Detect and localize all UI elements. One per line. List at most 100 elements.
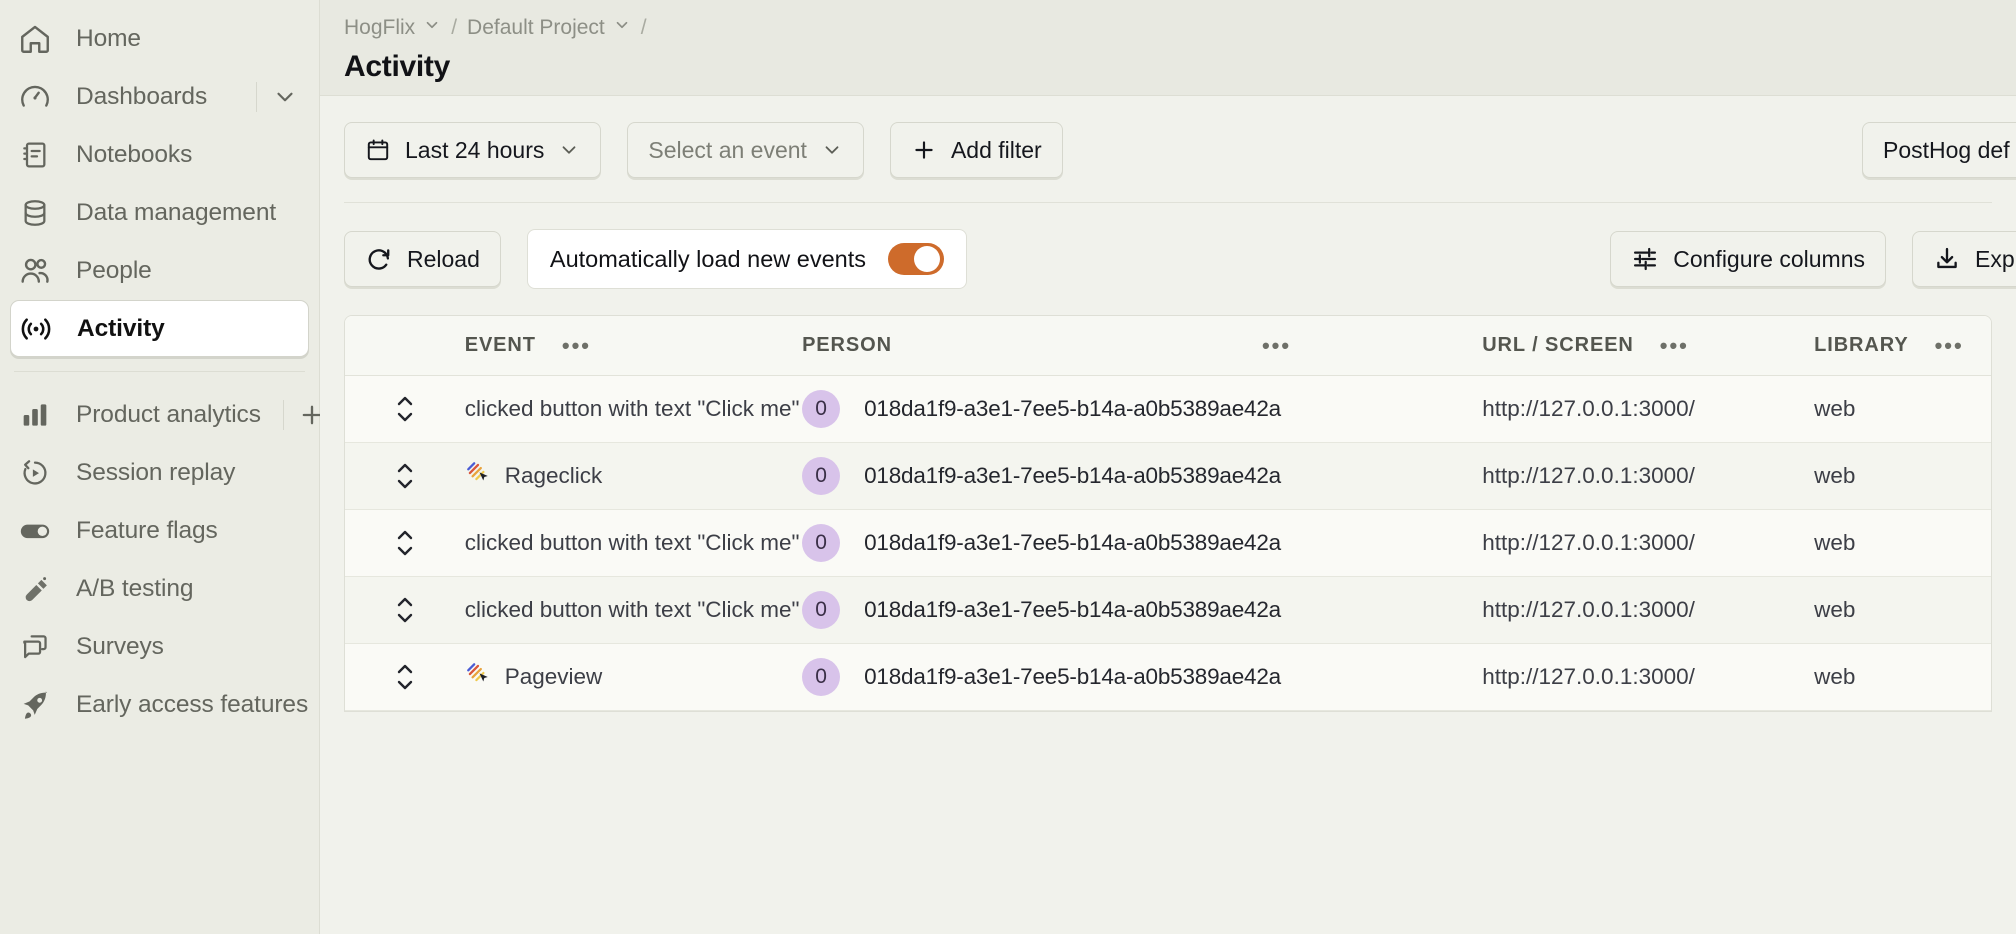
person-cell[interactable]: 0 018da1f9-a3e1-7ee5-b14a-a0b5389ae42a — [802, 442, 1483, 510]
library-cell: web — [1814, 375, 1991, 443]
toolbar: Reload Automatically load new events Con… — [344, 203, 2016, 289]
library-cell: web — [1814, 509, 1991, 577]
row-expand-arrows[interactable] — [345, 660, 465, 694]
row-expand-arrows[interactable] — [345, 392, 465, 426]
breadcrumb-label: HogFlix — [344, 16, 416, 39]
url-cell[interactable]: http://127.0.0.1:3000/ — [1482, 375, 1815, 443]
avatar: 0 — [802, 524, 841, 562]
chevron-down-icon[interactable] — [265, 77, 305, 117]
library-label: web — [1814, 530, 1856, 555]
table-row[interactable]: Pageview 0 018da1f9-a3e1-7ee5-b14a-a0b5389… — [345, 643, 1991, 711]
posthog-default-button[interactable]: PostHog def — [1862, 122, 2016, 178]
library-label: web — [1814, 463, 1856, 488]
auto-load-switch[interactable] — [888, 243, 945, 275]
person-cell[interactable]: 0 018da1f9-a3e1-7ee5-b14a-a0b5389ae42a — [802, 576, 1483, 644]
sidebar-item-people[interactable]: People — [0, 242, 319, 300]
filter-bar: Last 24 hours Select an event Add filter… — [344, 96, 2016, 178]
reload-button[interactable]: Reload — [344, 231, 501, 287]
event-select-placeholder: Select an event — [648, 136, 807, 163]
column-header-library[interactable]: LIBRARY ••• — [1814, 316, 1991, 376]
notebook-icon — [16, 136, 54, 174]
gauge-icon — [16, 78, 54, 116]
sidebar-item-label: Notebooks — [76, 141, 193, 168]
sidebar-item-dashboards[interactable]: Dashboards — [0, 68, 319, 126]
url-cell[interactable]: http://127.0.0.1:3000/ — [1482, 576, 1815, 644]
event-select-button[interactable]: Select an event — [627, 122, 864, 178]
reload-label: Reload — [407, 245, 480, 272]
row-expand-arrows[interactable] — [345, 459, 465, 493]
page-title: Activity — [344, 50, 450, 83]
breadcrumb-item-organization[interactable]: HogFlix — [344, 16, 441, 40]
sidebar-item-data-management[interactable]: Data management — [0, 184, 319, 242]
person-id: 018da1f9-a3e1-7ee5-b14a-a0b5389ae42a — [864, 463, 1282, 488]
sidebar-item-label: Data management — [76, 199, 277, 226]
sidebar-item-label: Early access features — [76, 691, 309, 718]
sidebar-item-home[interactable]: Home — [0, 10, 319, 68]
table-row[interactable]: clicked button with text "Click me" 0 018d… — [345, 375, 1991, 443]
sidebar-item-surveys[interactable]: Surveys — [0, 618, 319, 676]
url-cell[interactable]: http://127.0.0.1:3000/ — [1482, 643, 1815, 711]
avatar: 0 — [802, 457, 841, 495]
event-cell: clicked button with text "Click me" — [464, 576, 803, 644]
posthog-default-label: PostHog def — [1883, 136, 2010, 163]
avatar: 0 — [802, 658, 841, 696]
event-cell: clicked button with text "Click me" — [464, 509, 803, 577]
sidebar-item-ab-testing[interactable]: A/B testing — [0, 560, 319, 618]
configure-columns-button[interactable]: Configure columns — [1610, 231, 1886, 287]
toggle-icon — [16, 512, 54, 550]
url-cell[interactable]: http://127.0.0.1:3000/ — [1482, 442, 1815, 510]
column-header-person[interactable]: PERSON ••• — [802, 316, 1483, 376]
table-row[interactable]: clicked button with text "Click me" 0 018d… — [345, 576, 1991, 644]
column-header-event[interactable]: EVENT ••• — [464, 316, 803, 376]
content-area: Last 24 hours Select an event Add filter… — [320, 96, 2016, 712]
auto-load-label: Automatically load new events — [549, 245, 867, 272]
library-cell: web — [1814, 576, 1991, 644]
table-header-row: EVENT ••• PERSON ••• URL / SCREEN ••• LI… — [345, 316, 1991, 376]
event-cell: Rageclick — [464, 442, 803, 510]
plus-icon — [911, 137, 937, 163]
column-header-url[interactable]: URL / SCREEN ••• — [1482, 316, 1815, 376]
row-sort-cell — [345, 576, 465, 644]
table-row[interactable]: Rageclick 0 018da1f9-a3e1-7ee5-b14a-a0b538… — [345, 442, 1991, 510]
event-label: Pageview — [504, 664, 603, 690]
download-icon — [1933, 245, 1961, 273]
sliders-icon — [1631, 245, 1659, 273]
sidebar-item-early-access-features[interactable]: Early access features — [0, 676, 319, 734]
row-expand-arrows[interactable] — [345, 526, 465, 560]
column-menu-library[interactable]: ••• — [1935, 334, 1964, 357]
sidebar-item-product-analytics[interactable]: Product analytics — [0, 386, 322, 444]
sidebar-item-activity[interactable]: Activity — [10, 300, 309, 357]
rageclick-glyph — [466, 461, 488, 480]
breadcrumb-separator: / — [451, 16, 458, 39]
chevron-down-icon — [613, 16, 631, 40]
auto-load-toggle[interactable]: Automatically load new events — [526, 229, 968, 289]
refresh-icon — [365, 245, 393, 273]
person-id: 018da1f9-a3e1-7ee5-b14a-a0b5389ae42a — [864, 396, 1282, 421]
column-menu-event[interactable]: ••• — [562, 334, 591, 357]
home-icon — [16, 20, 54, 58]
table-body: clicked button with text "Click me" 0 018d… — [345, 375, 1991, 711]
column-menu-person[interactable]: ••• — [1262, 334, 1291, 357]
sidebar-item-label: People — [76, 257, 152, 284]
url-cell[interactable]: http://127.0.0.1:3000/ — [1482, 509, 1815, 577]
column-menu-url[interactable]: ••• — [1660, 334, 1689, 357]
row-sort-cell — [345, 375, 465, 443]
events-table: EVENT ••• PERSON ••• URL / SCREEN ••• LI… — [344, 315, 1992, 712]
person-cell[interactable]: 0 018da1f9-a3e1-7ee5-b14a-a0b5389ae42a — [802, 643, 1483, 711]
sidebar-item-feature-flags[interactable]: Feature flags — [0, 502, 319, 560]
table-row[interactable]: clicked button with text "Click me" 0 018d… — [345, 509, 1991, 577]
configure-columns-label: Configure columns — [1673, 245, 1865, 272]
breadcrumb-item-project[interactable]: Default Project — [467, 16, 631, 40]
sidebar: Home Dashboards Notebooks Data managemen… — [0, 0, 322, 934]
sidebar-item-notebooks[interactable]: Notebooks — [0, 126, 319, 184]
row-expand-arrows[interactable] — [345, 593, 465, 627]
date-range-button[interactable]: Last 24 hours — [344, 122, 602, 178]
sidebar-item-session-replay[interactable]: Session replay — [0, 444, 319, 502]
person-cell[interactable]: 0 018da1f9-a3e1-7ee5-b14a-a0b5389ae42a — [802, 375, 1483, 443]
export-button[interactable]: Exp — [1912, 231, 2016, 287]
add-filter-button[interactable]: Add filter — [889, 122, 1063, 178]
rageclick-icon — [465, 459, 491, 494]
person-cell[interactable]: 0 018da1f9-a3e1-7ee5-b14a-a0b5389ae42a — [802, 509, 1483, 577]
library-cell: web — [1814, 643, 1991, 711]
date-range-label: Last 24 hours — [405, 136, 545, 163]
